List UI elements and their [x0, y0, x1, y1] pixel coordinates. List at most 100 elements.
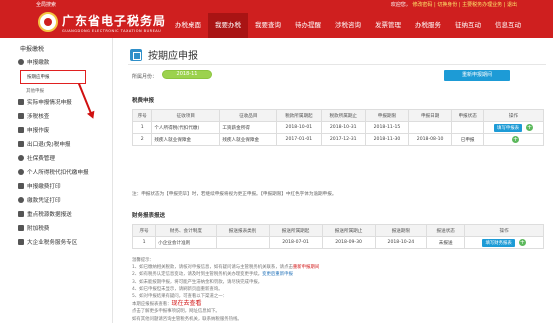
sidebar-item-label: 申报作废: [27, 128, 50, 134]
nav-service[interactable]: 办税服务: [408, 13, 448, 38]
table-row: 2 残疾人就业保障金 残疾人就业保障金 2017-01-01 2017-12-3…: [131, 133, 544, 146]
col-header: 操作: [483, 109, 544, 122]
nav-reminders[interactable]: 待办提醒: [288, 13, 328, 38]
tip-line: 1、如已缴纳相关税款，请核对申报信息，如有疑问请与主管税务机关联系，请点击重新申…: [132, 265, 320, 271]
sidebar-item-key-source[interactable]: 重点税源数据报送: [18, 210, 72, 218]
main-nav: 办税桌面 我要办税 我要查询 待办提醒 涉税咨询 发票管理 办税服务 征纳互动 …: [168, 13, 528, 38]
sidebar-item-withholding[interactable]: 个人所得税代扣代缴申报: [18, 168, 89, 176]
row-end: 2018-10-31: [320, 121, 366, 134]
plus-icon[interactable]: +: [526, 123, 534, 131]
main-content: 按期应申报 所属月份： 2018-11 重新申报期间 税费申报 序号 征收项目 …: [118, 38, 553, 323]
people-icon: [18, 155, 24, 161]
brand: 广东省电子税务局 GUANGDONG ELECTRONIC TAXATION B…: [62, 12, 166, 33]
sidebar-item-label: 社保费管理: [27, 156, 55, 162]
nav-info[interactable]: 信息互动: [488, 13, 528, 38]
sidebar-item-label: 涉税核查: [27, 114, 50, 120]
row-status: 未报送: [426, 236, 466, 249]
tip-link-blue[interactable]: 变更后重新申报: [262, 272, 293, 277]
sidebar-item-void[interactable]: 申报作废: [18, 126, 49, 134]
tip-line: 点击了解更多申报事项说明，网址信息如下。: [132, 309, 220, 315]
table-header-row: 序号 财务、会计制度 报送报表类别 报送所属期起 报送所属期止 报送期限 报送状…: [131, 224, 544, 237]
user-links: 欢迎您， 修改密码 | 切换身份 | 主要税务办理业务 | 退出: [391, 1, 517, 8]
plus-icon[interactable]: +: [518, 238, 526, 246]
tip-line: 5、如对申报结果有疑问，可查看以下渠道之一：: [132, 294, 227, 300]
sidebar-item-actual-declare[interactable]: 实际申报情况申报: [18, 98, 72, 106]
row-type: [215, 236, 270, 249]
row-system: 小企业会计准则: [155, 236, 217, 249]
sidebar-item-label: 申报缴费打印: [27, 184, 61, 190]
sidebar-item-large-enterprise[interactable]: 大企业税务服务专区: [18, 238, 77, 246]
tip-link[interactable]: 重新申报期间: [293, 265, 319, 270]
row-subitem: 残疾人就业保障金: [219, 133, 278, 146]
table-row: 1 小企业会计准则 2018-07-01 2018-09-30 2018-10-…: [131, 236, 544, 249]
tip-line: 2、如有税务认定信息变动，请及时到主管税务机关办理变更手续。变更后重新申报: [132, 272, 293, 278]
tip-line: 如有其他问题请咨询主管税务机关，联系纳税服务热线。: [132, 316, 242, 322]
finance-section-title: 财务报表报送: [132, 213, 166, 219]
nav-interaction[interactable]: 征纳互动: [448, 13, 488, 38]
view-now-link[interactable]: 现在去查看: [172, 300, 202, 307]
sidebar-item-label: 附加税费: [27, 226, 50, 232]
col-header: 申报日期: [408, 109, 453, 122]
col-header: 报送期限: [374, 224, 428, 237]
nav-invoice[interactable]: 发票管理: [368, 13, 408, 38]
refresh-period-button[interactable]: 重新申报期间: [444, 70, 510, 81]
global-search-link[interactable]: 全局搜索: [36, 1, 56, 8]
sidebar-item-declare-pay[interactable]: 申报缴款: [18, 58, 49, 66]
title-bar: 按期应申报: [130, 47, 198, 62]
export-icon: [18, 141, 24, 147]
tip-line: 3、如未能按期申报，将可能产生滞纳金和罚款，请尽快完成申报。: [132, 279, 263, 285]
user-icon: [18, 169, 24, 175]
period-select[interactable]: 2018-11: [162, 70, 212, 79]
sidebar-item-label: 申报缴款: [27, 60, 50, 66]
calendar-icon: [130, 48, 142, 61]
sidebar-item-label: 出口退(免)税申报: [27, 142, 71, 148]
sidebar-title: 申报缴税: [20, 46, 45, 53]
sidebar-item-print[interactable]: 申报缴费打印: [18, 182, 61, 190]
row-no: 2: [131, 133, 153, 146]
col-header: 申报状态: [451, 109, 485, 122]
sidebar-item-social-security[interactable]: 社保费管理: [18, 154, 55, 162]
period-label: 所属月份：: [132, 74, 158, 80]
document-icon: [18, 113, 24, 119]
col-header: 征收项目: [151, 109, 221, 122]
account-links[interactable]: 修改密码 | 切换身份 | 主要税务办理业务 | 退出: [412, 2, 517, 8]
voucher-icon: [18, 197, 24, 203]
row-subitem: 工资薪金所得: [219, 121, 278, 134]
gear-icon: [18, 59, 24, 65]
row-end: 2017-12-31: [320, 133, 366, 146]
file-icon: [18, 225, 24, 231]
nav-do-tax[interactable]: 我要办税: [208, 13, 248, 38]
sidebar-item-export-refund[interactable]: 出口退(免)税申报: [18, 140, 71, 148]
sidebar-item-periodic-declare[interactable]: 按期应申报: [20, 70, 86, 84]
divider: [128, 64, 546, 65]
table-header-row: 序号 征收项目 征收品目 税款所属期起 税款所属期止 申报期限 申报日期 申报状…: [131, 109, 544, 122]
col-header: 操作: [464, 224, 544, 237]
sidebar-item-surcharge[interactable]: 附加税费: [18, 224, 49, 232]
row-actions: 填写申报表 +: [483, 121, 544, 134]
row-start: 2018-10-01: [276, 121, 322, 134]
plus-icon[interactable]: +: [512, 136, 520, 143]
fill-finance-form-button[interactable]: 填写财务报表: [482, 238, 515, 247]
col-header: 财务、会计制度: [155, 224, 217, 237]
tip-line: 本期应报报表查看：现在去查看: [132, 300, 202, 308]
sidebar-item-other-declare[interactable]: 其他申报: [26, 88, 44, 94]
brand-subtitle: GUANGDONG ELECTRONIC TAXATION BUREAU: [62, 29, 162, 33]
row-item: 残疾人就业保障金: [151, 133, 221, 146]
nav-consult[interactable]: 涉税咨询: [328, 13, 368, 38]
row-item: 个人所得税(代扣代缴): [151, 121, 221, 134]
row-no: 1: [131, 121, 153, 134]
sidebar-item-verify[interactable]: 涉税核查: [18, 112, 49, 120]
building-icon: [18, 239, 24, 245]
col-header: 报送报表类别: [215, 224, 270, 237]
utility-bar: 全局搜索 欢迎您， 修改密码 | 切换身份 | 主要税务办理业务 | 退出: [0, 0, 553, 9]
row-start: 2018-07-01: [268, 236, 323, 249]
row-deadline: 2018-10-24: [374, 236, 428, 249]
report-icon: [18, 211, 24, 217]
nav-query[interactable]: 我要查询: [248, 13, 288, 38]
sidebar-item-voucher-print[interactable]: 缴款凭证打印: [18, 196, 61, 204]
nav-desktop[interactable]: 办税桌面: [168, 13, 208, 38]
col-header: 税款所属期起: [276, 109, 322, 122]
welcome-text: 欢迎您，: [390, 2, 411, 8]
fill-form-button[interactable]: 填写申报表: [494, 123, 523, 132]
row-date: [408, 121, 453, 134]
